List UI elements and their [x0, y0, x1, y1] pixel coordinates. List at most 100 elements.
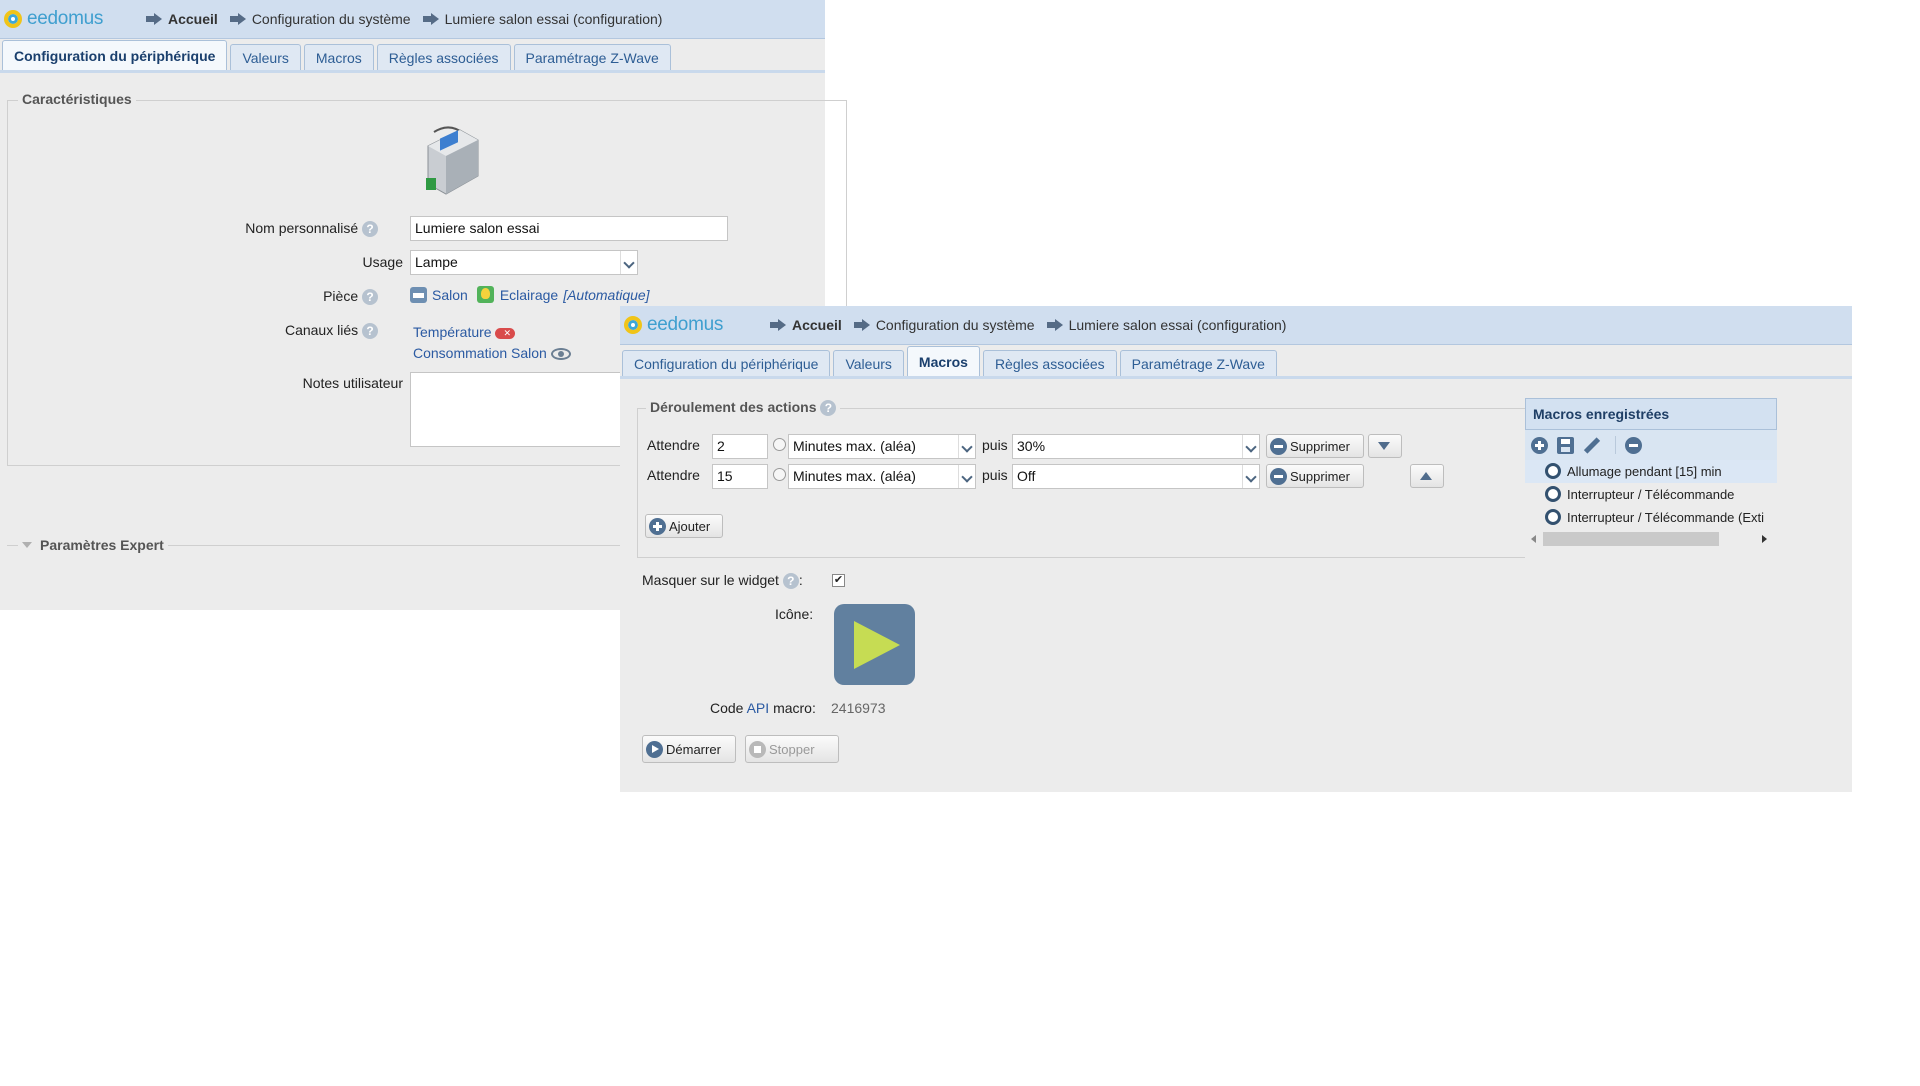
minus-circle-icon	[1270, 467, 1287, 485]
wait-input[interactable]: 15	[712, 464, 768, 489]
linked-channels: Température ✕ Consommation Salon	[413, 322, 571, 364]
api-code-label: Code API macro:	[710, 700, 816, 716]
section-title: Caractéristiques	[18, 91, 136, 107]
api-code-value: 2416973	[831, 700, 886, 716]
saved-macro-item[interactable]: Allumage pendant [15] min	[1525, 460, 1777, 483]
breadcrumb-system-config[interactable]: Configuration du système	[229, 11, 411, 27]
api-link[interactable]: API	[747, 700, 770, 716]
value-select[interactable]: 30%	[1012, 434, 1260, 459]
play-circle-icon	[646, 740, 663, 758]
logo-ring-icon	[624, 316, 642, 334]
tab-macros[interactable]: Macros	[906, 346, 980, 376]
chevron-down-icon	[958, 465, 975, 488]
random-radio[interactable]	[773, 438, 786, 451]
channels-label: Canaux liés ?	[190, 322, 378, 340]
channel-item: Température ✕	[413, 322, 571, 343]
delete-macro-icon[interactable]	[1625, 436, 1642, 454]
tab-macros[interactable]: Macros	[303, 44, 374, 70]
expert-section-title: Paramètres Expert	[40, 537, 164, 553]
help-icon[interactable]: ?	[362, 221, 378, 238]
saved-macro-item[interactable]: Interrupteur / Télécommande (Exti	[1525, 506, 1777, 529]
delete-button[interactable]: Supprimer	[1266, 434, 1364, 458]
tab-device-config[interactable]: Configuration du périphérique	[2, 40, 228, 70]
breadcrumb-home[interactable]: Accueil	[770, 317, 842, 333]
delete-button[interactable]: Supprimer	[1266, 464, 1364, 488]
icon-label: Icône:	[775, 606, 814, 622]
saved-macros-list: Allumage pendant [15] min Interrupteur /…	[1525, 460, 1777, 529]
stop-button[interactable]: Stopper	[745, 735, 839, 763]
scroll-left-icon[interactable]	[1531, 535, 1536, 543]
arrow-right-icon	[1046, 319, 1063, 331]
chevron-down-icon	[1242, 465, 1259, 488]
unit-select[interactable]: Minutes max. (aléa)	[788, 434, 976, 459]
channel-link[interactable]: Température	[413, 324, 492, 340]
room-value: Salon Eclairage [Automatique]	[410, 286, 650, 303]
eedomus-logo[interactable]: eedomus	[624, 314, 723, 336]
help-icon[interactable]: ?	[782, 573, 799, 590]
usage-label: Usage	[362, 254, 403, 270]
triangle-down-icon	[22, 542, 32, 548]
move-down-button[interactable]	[1368, 434, 1402, 458]
category-note: [Automatique]	[563, 286, 650, 303]
custom-name-label: Nom personnalisé ?	[190, 220, 378, 238]
tab-device-config[interactable]: Configuration du périphérique	[622, 350, 831, 376]
usage-select[interactable]: Lampe	[410, 250, 638, 275]
tab-zwave[interactable]: Paramétrage Z-Wave	[513, 44, 671, 70]
eedomus-logo[interactable]: eedomus	[4, 8, 103, 30]
unlink-icon[interactable]: ✕	[495, 327, 516, 339]
room-icon	[410, 286, 427, 303]
tab-bar: Configuration du périphérique Valeurs Ma…	[620, 346, 1852, 379]
macro-icon	[1545, 463, 1561, 479]
tab-bar: Configuration du périphérique Valeurs Ma…	[0, 40, 825, 73]
plus-circle-icon	[649, 517, 666, 535]
move-up-button[interactable]	[1410, 464, 1444, 488]
scrollbar-thumb[interactable]	[1543, 532, 1719, 546]
eye-icon[interactable]	[550, 348, 571, 361]
header-bar: eedomus Accueil Configuration du système…	[0, 0, 825, 39]
tab-zwave[interactable]: Paramétrage Z-Wave	[1119, 350, 1277, 376]
actions-title: Déroulement des actions ?	[646, 399, 841, 417]
saved-macro-item[interactable]: Interrupteur / Télécommande	[1525, 483, 1777, 506]
custom-name-input[interactable]: Lumiere salon essai	[410, 216, 728, 241]
scroll-right-icon[interactable]	[1762, 535, 1767, 543]
tab-rules[interactable]: Règles associées	[982, 350, 1117, 376]
breadcrumb-system-config[interactable]: Configuration du système	[853, 317, 1035, 333]
minus-circle-icon	[1270, 437, 1287, 455]
room-link[interactable]: Salon	[432, 287, 468, 303]
logo-text: eedomus	[27, 8, 104, 29]
edit-pencil-icon[interactable]	[1583, 436, 1601, 454]
breadcrumb-device[interactable]: Lumiere salon essai (configuration)	[1046, 317, 1286, 333]
hide-widget-checkbox[interactable]: ✔	[832, 574, 845, 587]
tab-values[interactable]: Valeurs	[230, 44, 301, 70]
breadcrumb-home[interactable]: Accueil	[146, 11, 218, 27]
expert-section-toggle[interactable]: Paramètres Expert	[18, 537, 168, 553]
add-macro-icon[interactable]	[1531, 436, 1548, 454]
save-icon[interactable]	[1557, 436, 1574, 454]
start-button[interactable]: Démarrer	[642, 735, 736, 763]
add-action-button[interactable]: Ajouter	[645, 514, 723, 538]
help-icon[interactable]: ?	[362, 289, 378, 306]
value-select[interactable]: Off	[1012, 464, 1260, 489]
tab-rules[interactable]: Règles associées	[376, 44, 511, 70]
saved-macros-header: Macros enregistrées	[1525, 398, 1777, 430]
chevron-down-icon	[1242, 435, 1259, 458]
category-link[interactable]: Eclairage	[500, 287, 558, 303]
unit-select[interactable]: Minutes max. (aléa)	[788, 464, 976, 489]
channel-link[interactable]: Consommation Salon	[413, 345, 547, 361]
breadcrumb-device[interactable]: Lumiere salon essai (configuration)	[422, 11, 662, 27]
triangle-up-icon	[1420, 472, 1432, 480]
horizontal-scrollbar[interactable]	[1529, 532, 1773, 546]
wait-input[interactable]: 2	[712, 434, 768, 459]
then-label: puis	[982, 437, 1008, 453]
help-icon[interactable]: ?	[820, 400, 837, 417]
wait-label: Attendre	[647, 437, 700, 453]
play-triangle-icon	[854, 621, 900, 669]
random-radio[interactable]	[773, 468, 786, 481]
tab-values[interactable]: Valeurs	[833, 350, 904, 376]
arrow-right-icon	[853, 319, 870, 331]
help-icon[interactable]: ?	[362, 323, 378, 340]
chevron-down-icon	[620, 251, 637, 274]
bulb-icon	[476, 286, 494, 303]
device-image	[420, 124, 482, 198]
macro-play-icon[interactable]	[834, 604, 915, 685]
